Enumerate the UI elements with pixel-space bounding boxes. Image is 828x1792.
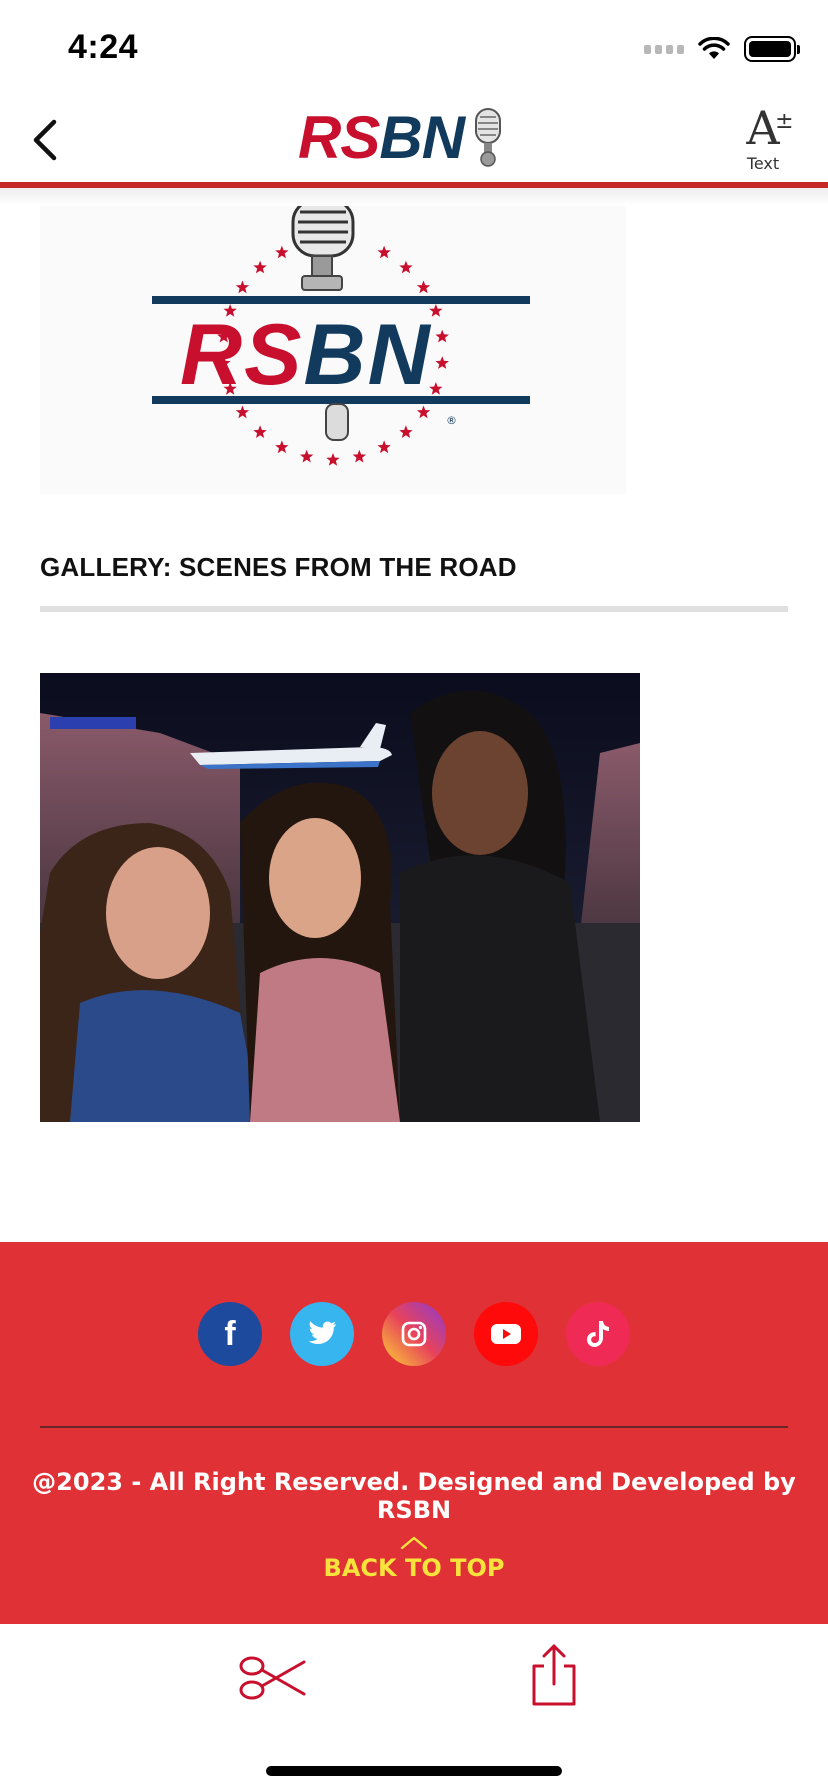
logo-star — [326, 453, 340, 466]
text-size-label: Text — [746, 154, 780, 173]
twitter-button[interactable] — [290, 1302, 354, 1366]
back-to-top-link[interactable]: BACK TO TOP — [0, 1532, 828, 1582]
title-divider — [40, 606, 788, 612]
share-icon — [532, 1644, 576, 1706]
instagram-button[interactable] — [382, 1302, 446, 1366]
wifi-icon — [698, 37, 730, 59]
logo-star — [435, 329, 449, 343]
logo-star — [399, 260, 413, 274]
chevron-left-icon — [33, 119, 57, 161]
logo-star — [377, 245, 391, 259]
logo-star — [235, 405, 250, 419]
logo-star — [416, 280, 431, 294]
cellular-signal-icon — [644, 44, 684, 54]
facebook-button[interactable]: f — [198, 1302, 262, 1366]
social-links: f — [0, 1302, 828, 1366]
logo-star — [435, 356, 449, 369]
logo-star — [275, 245, 289, 259]
battery-icon — [744, 36, 800, 62]
footer: f @2023 - All Right Reserved. Designed a… — [0, 1242, 828, 1624]
article-title: GALLERY: SCENES FROM THE ROAD — [40, 552, 517, 582]
logo-star — [253, 425, 267, 438]
logo-star — [275, 440, 289, 454]
tiktok-button[interactable] — [566, 1302, 630, 1366]
logo-star — [377, 440, 391, 454]
status-icons — [644, 36, 800, 62]
chevron-up-icon — [400, 1536, 428, 1550]
share-button[interactable] — [528, 1642, 580, 1708]
logo-star — [416, 405, 431, 419]
status-time: 4:24 — [68, 28, 139, 66]
logo-star — [399, 425, 413, 438]
rsbn-logo-graphic: /* placeholder */ RSBN ® — [152, 206, 530, 466]
back-to-top-label: BACK TO TOP — [323, 1554, 505, 1582]
logo-star — [235, 280, 250, 294]
article-logo-image: /* placeholder */ RSBN ® — [40, 206, 626, 494]
status-bar: 4:24 — [0, 0, 828, 96]
back-button[interactable] — [20, 114, 68, 166]
bottom-toolbar — [0, 1624, 828, 1792]
text-size-icon: A ± — [746, 101, 794, 155]
logo-star — [253, 260, 267, 274]
youtube-icon — [491, 1324, 521, 1344]
logo-bn-text: BN — [379, 104, 465, 171]
gallery-photo[interactable] — [40, 673, 640, 1122]
logo-star — [352, 449, 366, 463]
youtube-button[interactable] — [474, 1302, 538, 1366]
gallery-photo-graphic — [40, 673, 640, 1122]
logo-star — [300, 449, 314, 463]
facebook-icon: f — [224, 1314, 236, 1353]
scissors-button[interactable] — [238, 1650, 308, 1706]
logo-rs-text: RS — [298, 104, 380, 171]
instagram-icon — [401, 1321, 427, 1347]
copyright-text: @2023 - All Right Reserved. Designed and… — [32, 1468, 796, 1524]
header-logo: RSBN — [298, 106, 538, 170]
scissors-icon — [239, 1656, 306, 1700]
twitter-icon — [308, 1321, 336, 1344]
microphone-icon — [475, 108, 502, 167]
text-size-button[interactable]: A ± Text — [732, 104, 794, 176]
footer-divider — [40, 1426, 788, 1428]
svg-text:®: ® — [446, 414, 457, 427]
nav-bar: RSBN A ± Text — [0, 96, 828, 184]
logo-graphic-text: RSBN — [180, 307, 432, 403]
home-indicator[interactable] — [266, 1766, 562, 1776]
tiktok-icon — [587, 1321, 609, 1347]
